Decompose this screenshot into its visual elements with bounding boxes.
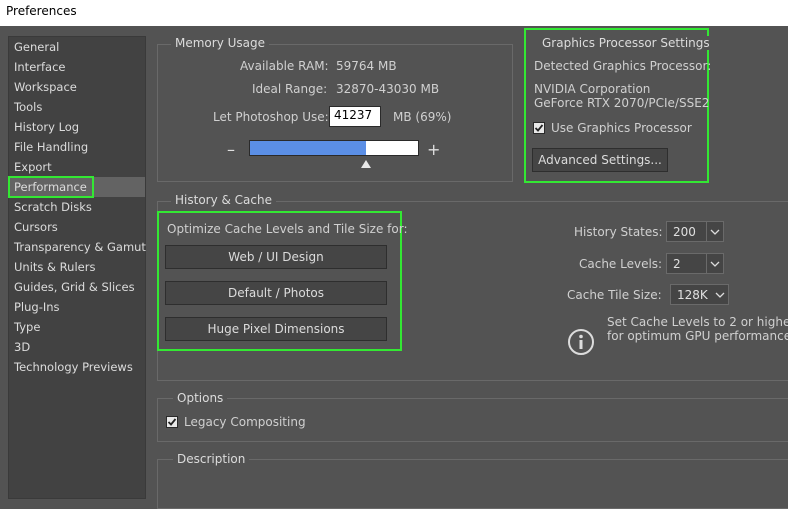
sidebar-item-3d[interactable]: 3D <box>9 337 145 357</box>
sidebar-item-units-rulers[interactable]: Units & Rulers <box>9 257 145 277</box>
gpu-model: GeForce RTX 2070/PCIe/SSE2 <box>534 96 710 110</box>
optimize-cache-label: Optimize Cache Levels and Tile Size for: <box>167 222 408 236</box>
check-icon <box>534 124 544 132</box>
sidebar-item-history-log[interactable]: History Log <box>9 117 145 137</box>
sidebar-item-label: Transparency & Gamut <box>14 240 146 254</box>
advanced-settings-button[interactable]: Advanced Settings... <box>532 148 668 172</box>
sidebar-item-label: General <box>14 40 60 54</box>
gpu-settings-legend: Graphics Processor Settings <box>538 36 714 50</box>
sidebar-item-cursors[interactable]: Cursors <box>9 217 145 237</box>
default-photos-button[interactable]: Default / Photos <box>165 281 387 305</box>
cache-levels-select[interactable]: 2 <box>666 253 724 274</box>
let-photoshop-use-label: Let Photoshop Use: <box>213 110 329 124</box>
cache-levels-value: 2 <box>673 257 681 271</box>
cache-tile-size-select[interactable]: 128K <box>670 284 729 305</box>
detected-gpu-label: Detected Graphics Processor: <box>534 59 712 73</box>
info-icon <box>568 329 594 355</box>
ram-slider-fill <box>250 141 366 155</box>
options-legend: Options <box>173 391 228 405</box>
sidebar-item-label: Technology Previews <box>14 360 133 374</box>
description-group <box>157 459 788 509</box>
default-photos-label: Default / Photos <box>228 286 324 300</box>
huge-pixel-dimensions-label: Huge Pixel Dimensions <box>207 322 345 336</box>
sidebar-item-label: History Log <box>14 120 80 134</box>
sidebar-item-label: Cursors <box>14 220 58 234</box>
sidebar-item-guides-grid-slices[interactable]: Guides, Grid & Slices <box>9 277 145 297</box>
use-gpu-label: Use Graphics Processor <box>551 121 692 135</box>
advanced-settings-label: Advanced Settings... <box>538 153 662 167</box>
use-gpu-checkbox[interactable] <box>533 122 545 134</box>
ram-percentage-label: MB (69%) <box>393 110 452 124</box>
chevron-down-icon <box>715 292 725 298</box>
chevron-down-icon <box>710 229 720 235</box>
sidebar-item-interface[interactable]: Interface <box>9 57 145 77</box>
sidebar-item-tools[interactable]: Tools <box>9 97 145 117</box>
sidebar-item-type[interactable]: Type <box>9 317 145 337</box>
memory-usage-legend: Memory Usage <box>171 36 270 50</box>
chevron-down-icon <box>710 261 720 267</box>
web-ui-design-button[interactable]: Web / UI Design <box>165 245 387 269</box>
huge-pixel-dimensions-button[interactable]: Huge Pixel Dimensions <box>165 317 387 341</box>
gpu-tip-line-1: Set Cache Levels to 2 or higher <box>607 315 788 329</box>
history-states-value: 200 <box>673 225 696 239</box>
history-states-label: History States: <box>574 225 663 239</box>
increase-ram-button[interactable]: + <box>427 140 440 159</box>
cache-levels-label: Cache Levels: <box>579 257 663 271</box>
cache-tile-size-value: 128K <box>677 288 708 302</box>
ram-slider-handle[interactable] <box>361 160 372 168</box>
gpu-vendor: NVIDIA Corporation <box>534 82 651 96</box>
sidebar-item-general[interactable]: General <box>9 37 145 57</box>
check-icon <box>167 418 177 426</box>
ideal-range-label: Ideal Range: <box>252 82 328 96</box>
web-ui-design-label: Web / UI Design <box>228 250 324 264</box>
sidebar-item-label: Scratch Disks <box>14 200 92 214</box>
title-bar: Preferences <box>0 0 788 26</box>
sidebar-item-plug-ins[interactable]: Plug-Ins <box>9 297 145 317</box>
sidebar-item-label: Tools <box>14 100 43 114</box>
sidebar-item-label: Interface <box>14 60 66 74</box>
performance-highlight <box>8 176 94 198</box>
sidebar-item-label: Workspace <box>14 80 77 94</box>
available-ram-value: 59764 MB <box>336 59 397 73</box>
sidebar-item-file-handling[interactable]: File Handling <box>9 137 145 157</box>
sidebar-item-label: Guides, Grid & Slices <box>14 280 135 294</box>
description-legend: Description <box>173 452 250 466</box>
sidebar-item-label: 3D <box>14 340 31 354</box>
available-ram-label: Available RAM: <box>240 59 329 73</box>
sidebar-item-label: Units & Rulers <box>14 260 96 274</box>
history-states-select[interactable]: 200 <box>666 221 724 242</box>
cache-tile-size-label: Cache Tile Size: <box>567 288 662 302</box>
gpu-tip-line-2: for optimum GPU performance. <box>607 329 788 343</box>
sidebar-item-label: Type <box>14 320 41 334</box>
sidebar-item-scratch-disks[interactable]: Scratch Disks <box>9 197 145 217</box>
legacy-compositing-checkbox[interactable] <box>166 416 178 428</box>
sidebar: General Interface Workspace Tools Histor… <box>8 36 146 499</box>
ram-slider[interactable] <box>249 140 419 156</box>
ram-amount-input[interactable]: 41237 <box>329 106 381 127</box>
sidebar-item-transparency-gamut[interactable]: Transparency & Gamut <box>9 237 146 257</box>
ideal-range-value: 32870-43030 MB <box>336 82 440 96</box>
legacy-compositing-label: Legacy Compositing <box>184 415 306 429</box>
window-title: Preferences <box>6 4 77 18</box>
sidebar-item-label: File Handling <box>14 140 89 154</box>
sidebar-item-workspace[interactable]: Workspace <box>9 77 145 97</box>
sidebar-item-label: Export <box>14 160 52 174</box>
history-cache-legend: History & Cache <box>171 193 276 207</box>
sidebar-item-label: Plug-Ins <box>14 300 60 314</box>
sidebar-item-technology-previews[interactable]: Technology Previews <box>9 357 145 377</box>
sidebar-item-export[interactable]: Export <box>9 157 145 177</box>
decrease-ram-button[interactable]: – <box>227 140 235 159</box>
